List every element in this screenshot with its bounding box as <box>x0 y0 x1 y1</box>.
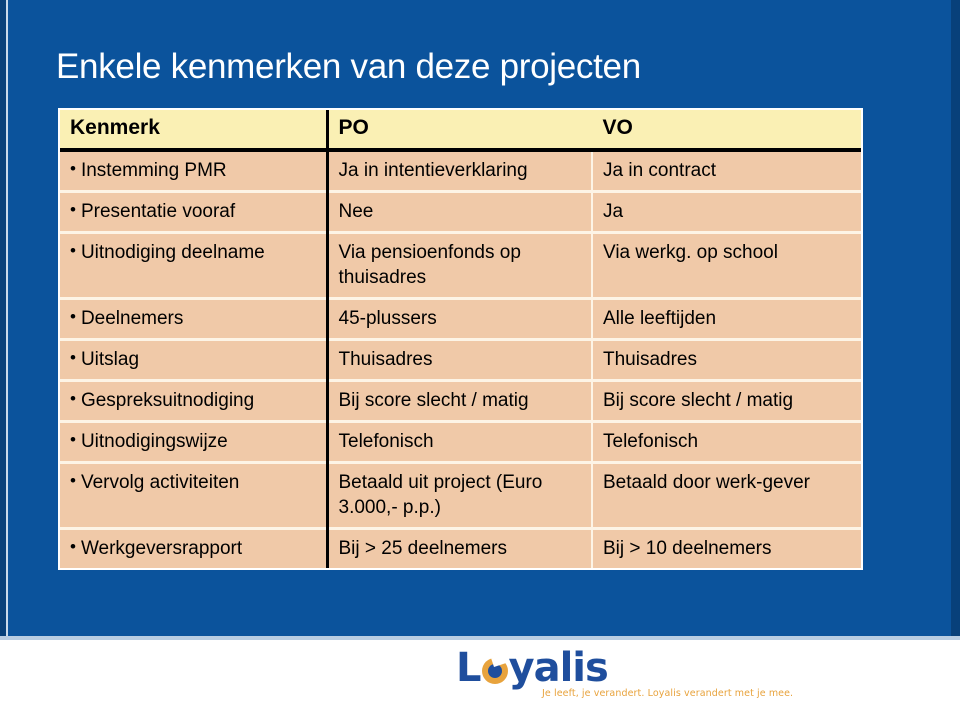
table-row: • Vervolg activiteiten Betaald uit projec… <box>60 461 861 529</box>
cell-vo: Alle leeftijden <box>591 297 861 340</box>
slide-canvas: Enkele kenmerken van deze projecten Kenm… <box>0 0 960 640</box>
cell-vo: Thuisadres <box>591 338 861 381</box>
loyalis-logo: Lyalis Je leeft, je verandert. Loyalis v… <box>456 646 793 699</box>
cell-kenmerk: • Uitnodiging deelname <box>60 231 327 299</box>
bullet-icon: • <box>70 200 76 219</box>
cell-kenmerk: • Presentatie vooraf <box>60 190 327 233</box>
cell-kenmerk-label: Uitnodigingswijze <box>80 431 228 452</box>
bullet-icon: • <box>70 307 76 326</box>
cell-vo: Telefonisch <box>591 420 861 463</box>
logo-wordmark: Lyalis <box>456 646 756 690</box>
bullet-icon: • <box>70 471 76 490</box>
cell-po: Bij score slecht / matig <box>325 379 592 422</box>
cell-vo: Bij score slecht / matig <box>591 379 861 422</box>
cell-po: Ja in intentieverklaring <box>325 150 592 192</box>
bullet-icon: • <box>70 430 76 449</box>
column-header-vo: VO <box>591 110 861 152</box>
cell-kenmerk-label: Deelnemers <box>80 308 184 329</box>
bullet-icon: • <box>70 159 76 178</box>
logo-circle-icon <box>481 654 508 684</box>
cell-po: Telefonisch <box>325 420 592 463</box>
page-title: Enkele kenmerken van deze projecten <box>56 47 641 86</box>
cell-kenmerk-label: Uitnodiging deelname <box>80 242 265 263</box>
cell-vo: Ja in contract <box>591 150 861 192</box>
cell-kenmerk-label: Gespreksuitnodiging <box>80 390 255 411</box>
slide: Enkele kenmerken van deze projecten Kenm… <box>0 0 960 706</box>
table-row: • Uitslag Thuisadres Thuisadres <box>60 338 861 381</box>
cell-kenmerk: • Werkgeversrapport <box>60 527 327 568</box>
slide-right-edge-band <box>951 0 960 640</box>
cell-po: Via pensioenfonds op thuisadres <box>325 231 592 299</box>
cell-kenmerk: • Deelnemers <box>60 297 327 340</box>
cell-kenmerk: • Uitnodigingswijze <box>60 420 327 463</box>
logo-word-pre: L <box>456 645 481 691</box>
table-body: • Instemming PMR Ja in intentieverklaring… <box>60 150 861 568</box>
bullet-icon: • <box>70 537 76 556</box>
bullet-icon: • <box>70 389 76 408</box>
column-header-po: PO <box>325 110 592 152</box>
table-row: • Instemming PMR Ja in intentieverklaring… <box>60 150 861 192</box>
cell-po: Thuisadres <box>325 338 592 381</box>
bullet-icon: • <box>70 241 76 260</box>
cell-kenmerk: • Uitslag <box>60 338 327 381</box>
table-row: • Presentatie vooraf Nee Ja <box>60 190 861 233</box>
cell-kenmerk-label: Presentatie vooraf <box>80 201 236 222</box>
logo-area: Lyalis Je leeft, je verandert. Loyalis v… <box>0 640 960 706</box>
cell-kenmerk: • Vervolg activiteiten <box>60 461 327 529</box>
kenmerken-table: Kenmerk PO VO • Instemming PMR Ja in inte… <box>60 110 861 568</box>
cell-vo: Betaald door werk-gever <box>591 461 861 529</box>
cell-po: Betaald uit project (Euro 3.000,- p.p.) <box>325 461 592 529</box>
table-row: • Werkgeversrapport Bij > 25 deelnemers B… <box>60 527 861 568</box>
cell-vo: Via werkg. op school <box>591 231 861 299</box>
table-row: • Deelnemers 45-plussers Alle leeftijden <box>60 297 861 340</box>
table-row: • Gespreksuitnodiging Bij score slecht / … <box>60 379 861 422</box>
cell-kenmerk: • Instemming PMR <box>60 150 327 192</box>
table-head: Kenmerk PO VO <box>60 110 861 152</box>
cell-po: 45-plussers <box>325 297 592 340</box>
cell-kenmerk-label: Werkgeversrapport <box>80 538 243 559</box>
table-row: • Uitnodiging deelname Via pensioenfonds … <box>60 231 861 299</box>
slide-left-hairline <box>6 0 8 640</box>
cell-kenmerk: • Gespreksuitnodiging <box>60 379 327 422</box>
kenmerken-table-container: Kenmerk PO VO • Instemming PMR Ja in inte… <box>58 108 863 570</box>
cell-kenmerk-label: Uitslag <box>80 349 140 370</box>
cell-po: Bij > 25 deelnemers <box>325 527 592 568</box>
cell-vo: Bij > 10 deelnemers <box>591 527 861 568</box>
cell-po: Nee <box>325 190 592 233</box>
table-header-row: Kenmerk PO VO <box>60 110 861 152</box>
logo-word-post: yalis <box>508 645 609 691</box>
column-header-kenmerk: Kenmerk <box>60 110 327 152</box>
bullet-icon: • <box>70 348 76 367</box>
table-row: • Uitnodigingswijze Telefonisch Telefonis… <box>60 420 861 463</box>
cell-kenmerk-label: Instemming PMR <box>80 160 227 181</box>
cell-kenmerk-label: Vervolg activiteiten <box>80 472 240 493</box>
cell-vo: Ja <box>591 190 861 233</box>
